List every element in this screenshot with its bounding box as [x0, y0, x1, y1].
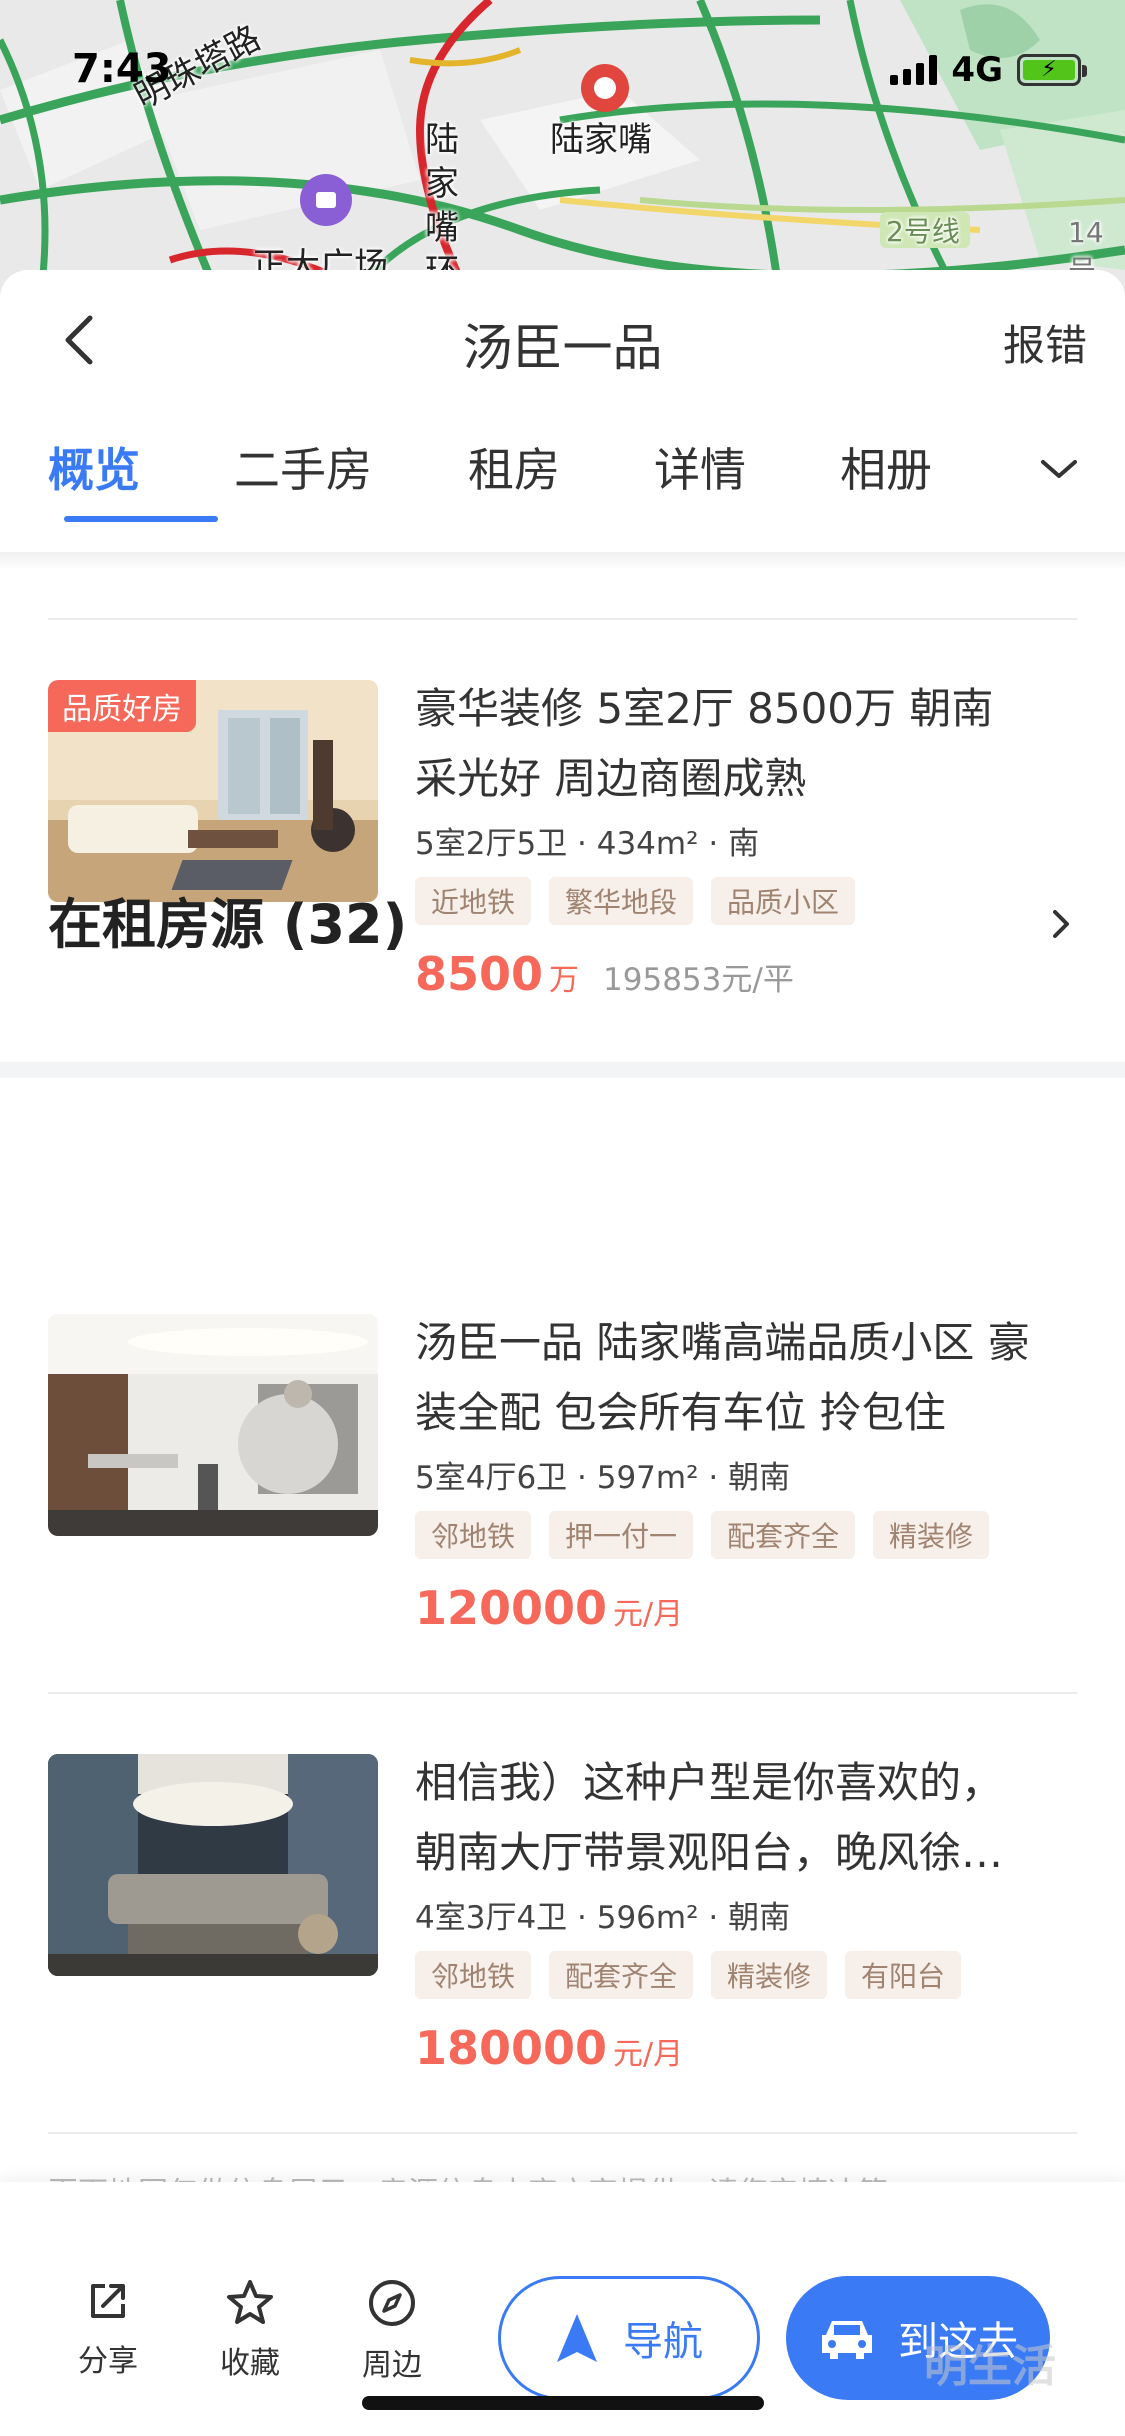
price-unit: 元/月: [613, 2037, 684, 2072]
price-value: 180000: [415, 2021, 608, 2075]
tag: 近地铁: [415, 877, 532, 925]
network-type: 4G: [951, 50, 1003, 90]
chevron-down-icon: [1041, 460, 1077, 478]
tag: 配套齐全: [549, 1951, 694, 1999]
listing-tags: 邻地铁 押一付一 配套齐全 精装修: [415, 1511, 1095, 1559]
listing-title-line-1: 汤臣一品 陆家嘴高端品质小区 豪: [415, 1318, 1030, 1367]
status-indicators: 4G ⚡: [890, 50, 1087, 90]
tab-album[interactable]: 相册: [840, 420, 990, 500]
tab-shadow: [0, 552, 1125, 570]
tab-second-hand[interactable]: 二手房: [234, 420, 468, 500]
listing-price: 120000 元/月: [415, 1581, 1095, 1635]
tab-rental[interactable]: 租房: [468, 420, 654, 500]
tag: 精装修: [711, 1951, 828, 1999]
page-title: 汤臣一品: [462, 319, 663, 377]
listing-title-line-1: 豪华装修 5室2厅 8500万 朝南: [415, 684, 994, 733]
navigation-arrow-icon: [557, 2314, 597, 2362]
favorite-button[interactable]: 收藏: [200, 2278, 300, 2382]
star-icon: [227, 2280, 273, 2324]
listing-photo: 品质好房: [48, 680, 378, 902]
tag: 品质小区: [711, 877, 856, 925]
quality-badge: 品质好房: [48, 680, 196, 732]
navigate-button[interactable]: 导航: [498, 2276, 760, 2400]
price-unit: 万: [549, 963, 580, 998]
share-label: 分享: [78, 2344, 138, 2379]
share-icon: [91, 2284, 125, 2318]
divider: [48, 618, 1077, 620]
listing-title-line-2: 朝南大厅带景观阳台，晚风徐…: [415, 1828, 1004, 1877]
tag: 有阳台: [845, 1951, 962, 1999]
tab-details[interactable]: 详情: [654, 420, 840, 500]
divider: [48, 2132, 1077, 2134]
listing-info: 汤臣一品 陆家嘴高端品质小区 豪 装全配 包会所有车位 拎包住 5室4厅6卫 ·…: [415, 1308, 1095, 1635]
tab-bar: 概览 二手房 租房 详情 相册: [0, 420, 1125, 552]
listing-price: 180000 元/月: [415, 2021, 1095, 2075]
sheet-header: 汤臣一品 报错: [0, 270, 1125, 420]
tag: 繁华地段: [549, 877, 694, 925]
listing-tags: 邻地铁 配套齐全 精装修 有阳台: [415, 1951, 1095, 1999]
watermark-logo: 明生活: [924, 2341, 1056, 2392]
rental-listing-card[interactable]: 汤臣一品 陆家嘴高端品质小区 豪 装全配 包会所有车位 拎包住 5室4厅6卫 ·…: [48, 1314, 1078, 1635]
price-value: 8500: [415, 947, 544, 1001]
section-separator: [0, 1062, 1125, 1078]
map-label-metro: 2号线: [886, 215, 960, 248]
listing-info: 相信我）这种户型是你喜欢的， 朝南大厅带景观阳台，晚风徐… 4室3厅4卫 · 5…: [415, 1748, 1095, 2075]
listing-price: 8500 万 195853元/平: [415, 947, 1095, 1001]
listing-title-line-2: 采光好 周边商圈成熟: [415, 754, 807, 803]
listing-title-line-1: 相信我）这种户型是你喜欢的，: [415, 1758, 1004, 1807]
home-indicator[interactable]: [362, 2396, 764, 2410]
listing-title: 豪华装修 5室2厅 8500万 朝南 采光好 周边商圈成熟: [415, 674, 1095, 814]
tabs-expand-button[interactable]: [1037, 454, 1081, 488]
chevron-right-icon[interactable]: [1049, 906, 1073, 946]
tag: 邻地铁: [415, 1951, 532, 1999]
car-icon: [822, 2321, 872, 2359]
listing-title: 相信我）这种户型是你喜欢的， 朝南大厅带景观阳台，晚风徐…: [415, 1748, 1095, 1888]
listing-specs: 5室4厅6卫 · 597m² · 朝南: [415, 1460, 791, 1496]
listing-title-line-2: 装全配 包会所有车位 拎包住: [415, 1388, 946, 1437]
tag: 押一付一: [549, 1511, 694, 1559]
listing-info: 豪华装修 5室2厅 8500万 朝南 采光好 周边商圈成熟 5室2厅5卫 · 4…: [415, 674, 1095, 1001]
listing-specs: 4室3厅4卫 · 596m² · 朝南: [415, 1900, 791, 1936]
rental-listing-card[interactable]: 相信我）这种户型是你喜欢的， 朝南大厅带景观阳台，晚风徐… 4室3厅4卫 · 5…: [48, 1754, 1078, 2075]
nearby-label: 周边: [362, 2348, 422, 2383]
rental-section-title[interactable]: 在租房源 (32): [48, 880, 407, 959]
tag: 配套齐全: [711, 1511, 856, 1559]
status-bar: 7:43 4G ⚡: [0, 0, 1125, 140]
compass-icon: [369, 2280, 415, 2326]
tag: 精装修: [873, 1511, 990, 1559]
listing-photo: [48, 1314, 378, 1536]
divider: [48, 1692, 1077, 1694]
listing-specs: 5室2厅5卫 · 434m² · 南: [415, 826, 760, 862]
listing-title: 汤臣一品 陆家嘴高端品质小区 豪 装全配 包会所有车位 拎包住: [415, 1308, 1095, 1448]
nearby-button[interactable]: 周边: [342, 2278, 442, 2384]
favorite-label: 收藏: [220, 2346, 280, 2381]
price-per-sqm: 195853元/平: [603, 962, 794, 998]
navigate-label: 导航: [623, 2319, 703, 2365]
report-error-button[interactable]: 报错: [1003, 312, 1087, 373]
price-value: 120000: [415, 1581, 608, 1635]
map-label-ring: 陆家嘴环: [425, 120, 459, 292]
listing-photo: [48, 1754, 378, 1976]
status-time: 7:43: [72, 46, 172, 92]
price-unit: 元/月: [613, 1597, 684, 1632]
share-button[interactable]: 分享: [58, 2278, 158, 2380]
tag: 邻地铁: [415, 1511, 532, 1559]
tab-overview[interactable]: 概览: [48, 420, 234, 522]
listing-tags: 近地铁 繁华地段 品质小区: [415, 877, 1095, 925]
battery-icon: ⚡: [1017, 54, 1087, 86]
signal-icon: [890, 55, 938, 85]
